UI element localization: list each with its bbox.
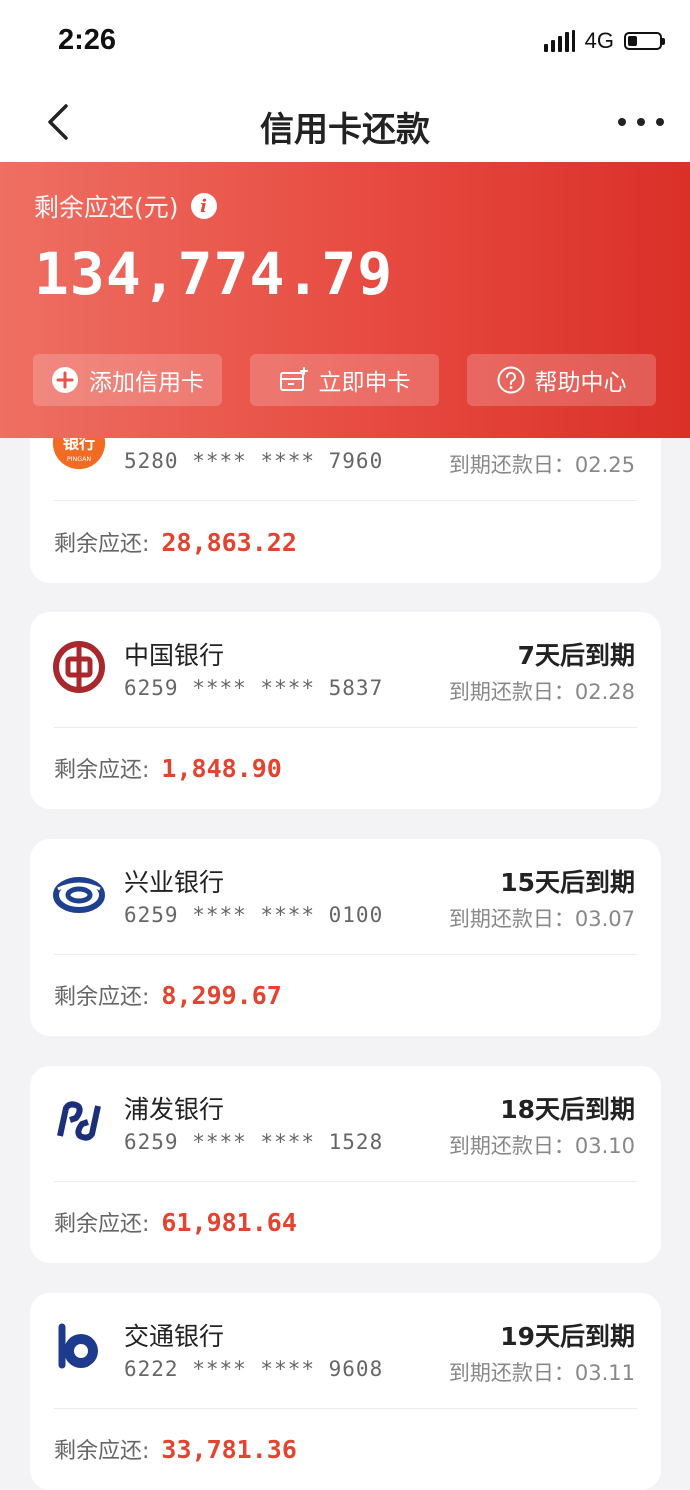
card-item-spdb[interactable]: 浦发银行 6259 **** **** 1528 18天后到期 到期还款日：03… bbox=[30, 1066, 661, 1263]
logo-subtext: PINGAN bbox=[67, 456, 92, 463]
card-number: 6259 **** **** 5837 bbox=[124, 676, 384, 700]
balance-label-row: 剩余应还(元) i bbox=[34, 188, 217, 224]
page-title: 信用卡还款 bbox=[260, 110, 430, 150]
card-divider bbox=[54, 1181, 637, 1182]
balance-amount: 134,774.79 bbox=[34, 240, 394, 308]
due-date: 到期还款日：03.11 bbox=[448, 1361, 635, 1385]
apply-card-button[interactable]: 立即申卡 bbox=[250, 354, 439, 406]
more-button[interactable] bbox=[616, 112, 666, 132]
remain-row: 剩余应还: 61,981.64 bbox=[54, 1206, 297, 1238]
card-divider bbox=[54, 727, 637, 728]
help-center-button[interactable]: 帮助中心 bbox=[467, 354, 656, 406]
remain-label: 剩余应还: bbox=[54, 1439, 150, 1464]
action-buttons: 添加信用卡 立即申卡 帮助中心 bbox=[33, 354, 656, 406]
due-date: 到期还款日：02.28 bbox=[448, 680, 635, 704]
help-center-label: 帮助中心 bbox=[534, 370, 627, 396]
card-item-boc[interactable]: 中国银行 6259 **** **** 5837 7天后到期 到期还款日：02.… bbox=[30, 612, 661, 809]
card-number: 5280 **** **** 7960 bbox=[124, 449, 384, 473]
remain-amount: 61,981.64 bbox=[161, 1208, 297, 1237]
add-card-label: 添加信用卡 bbox=[89, 370, 204, 396]
card-divider bbox=[54, 500, 637, 501]
card-add-icon bbox=[279, 367, 308, 391]
bank-name: 浦发银行 bbox=[124, 1095, 225, 1124]
card-item-bocom[interactable]: 交通银行 6222 **** **** 9608 19天后到期 到期还款日：03… bbox=[30, 1293, 661, 1490]
remain-amount: 33,781.36 bbox=[161, 1435, 297, 1464]
spdb-bank-logo-icon bbox=[57, 1101, 101, 1141]
remain-row: 剩余应还: 8,299.67 bbox=[54, 979, 282, 1011]
nav-bar: 信用卡还款 bbox=[0, 84, 690, 162]
battery-icon bbox=[624, 32, 665, 50]
due-countdown: 18天后到期 bbox=[500, 1095, 635, 1124]
due-date: 到期还款日：02.25 bbox=[448, 453, 635, 477]
card-number: 6259 **** **** 0100 bbox=[124, 903, 384, 927]
network-type: 4G bbox=[584, 28, 614, 53]
card-item-cib[interactable]: 兴业银行 6259 **** **** 0100 15天后到期 到期还款日：03… bbox=[30, 839, 661, 1036]
info-icon[interactable]: i bbox=[190, 193, 217, 219]
card-number: 6259 **** **** 1528 bbox=[124, 1130, 384, 1154]
due-countdown: 19天后到期 bbox=[500, 1322, 635, 1351]
remain-row: 剩余应还: 33,781.36 bbox=[54, 1433, 297, 1465]
balance-label: 剩余应还(元) bbox=[34, 193, 179, 222]
remain-label: 剩余应还: bbox=[54, 532, 150, 557]
due-date: 到期还款日：03.07 bbox=[448, 907, 635, 931]
more-dots-icon bbox=[618, 118, 664, 126]
due-date: 到期还款日：03.10 bbox=[448, 1134, 635, 1158]
remain-row: 剩余应还: 1,848.90 bbox=[54, 752, 282, 784]
balance-summary: 剩余应还(元) i 134,774.79 添加信用卡 立即申卡 帮助中心 bbox=[0, 162, 690, 438]
bank-name: 中国银行 bbox=[124, 641, 225, 670]
bank-name: 兴业银行 bbox=[124, 868, 225, 897]
question-circle-icon bbox=[497, 366, 524, 394]
bocom-bank-logo-icon bbox=[58, 1323, 102, 1369]
apply-card-label: 立即申卡 bbox=[318, 370, 411, 396]
due-countdown: 7天后到期 bbox=[517, 641, 635, 670]
card-divider bbox=[54, 1408, 637, 1409]
remain-label: 剩余应还: bbox=[54, 1212, 150, 1237]
add-card-button[interactable]: 添加信用卡 bbox=[33, 354, 222, 406]
bank-name: 交通银行 bbox=[124, 1322, 225, 1351]
remain-label: 剩余应还: bbox=[54, 758, 150, 783]
cib-bank-logo-icon bbox=[53, 877, 105, 913]
status-bar: 2:26 4G bbox=[0, 0, 690, 84]
card-divider bbox=[54, 954, 637, 955]
due-countdown: 15天后到期 bbox=[500, 868, 635, 897]
plus-circle-icon bbox=[52, 367, 78, 393]
remain-label: 剩余应还: bbox=[54, 985, 150, 1010]
remain-amount: 1,848.90 bbox=[161, 754, 282, 783]
remain-row: 剩余应还: 28,863.22 bbox=[54, 526, 297, 558]
remain-amount: 28,863.22 bbox=[161, 528, 297, 557]
signal-icon bbox=[543, 30, 575, 52]
card-number: 6222 **** **** 9608 bbox=[124, 1357, 384, 1381]
status-indicators: 4G bbox=[543, 28, 665, 54]
status-time: 2:26 bbox=[58, 24, 117, 56]
boc-bank-logo-icon bbox=[53, 641, 105, 693]
remain-amount: 8,299.67 bbox=[161, 981, 282, 1010]
